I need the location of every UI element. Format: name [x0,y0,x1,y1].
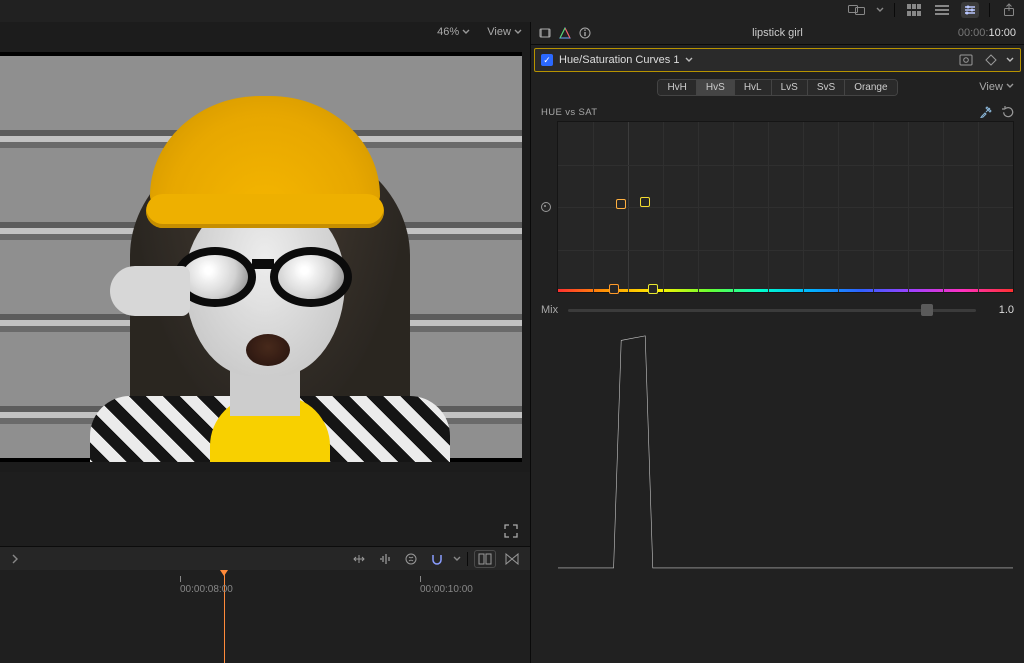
curve-graph[interactable] [557,121,1014,293]
separator [989,3,990,17]
viewer-view-menu[interactable]: View [479,22,530,42]
hue-spectrum [558,289,1013,292]
timeline[interactable]: 00:00:08:00 00:00:10:00 [0,570,530,663]
chevron-down-icon[interactable] [453,555,461,563]
zoom-value: 46% [437,26,459,38]
effects-browser-icon[interactable] [474,550,496,568]
viewer-view-label: View [487,26,511,38]
mix-label: Mix [541,304,558,316]
chevron-down-icon [462,28,470,36]
tab-svs[interactable]: SvS [808,80,845,95]
tab-hvl[interactable]: HvL [735,80,772,95]
app-top-strip [0,0,1024,23]
curve-control-point[interactable] [648,284,658,294]
inspector-header: lipstick girl 00:00:10:00 [531,22,1024,45]
viewer-toolbar: 46% View [0,22,530,44]
video-inspector-icon[interactable] [539,27,551,39]
curve-block: HUE vs SAT Mix 1.0 [541,103,1014,323]
tab-lvs[interactable]: LvS [772,80,808,95]
chevron-down-icon [514,28,522,36]
effect-name: Hue/Saturation Curves 1 [559,54,679,66]
separator [894,3,895,17]
separator [467,552,468,566]
sliders-panel-icon[interactable] [961,2,979,18]
viewer-pane: 46% View [0,22,530,663]
curve-tabs: HvHHvSHvLLvSSvSOrange View [531,75,1024,99]
mask-icon[interactable] [956,54,976,66]
chevron-down-icon [1006,82,1014,90]
effect-enabled-checkbox[interactable]: ✓ [541,54,553,66]
viewer-lower: 00:00:08:00 00:00:10:00 [0,472,530,663]
solo-icon[interactable] [401,551,421,567]
inspector-pane: lipstick girl 00:00:10:00 ✓ Hue/Saturati… [530,22,1024,663]
share-icon[interactable] [1000,2,1018,18]
chevron-down-icon[interactable] [685,56,693,64]
fullscreen-icon[interactable] [504,524,518,538]
grid-view-icon[interactable] [905,2,923,18]
chevron-down-icon[interactable] [876,6,884,14]
tab-hvs[interactable]: HvS [697,80,735,95]
snapping-icon[interactable] [427,551,447,567]
keyframe-icon[interactable] [982,54,1000,66]
timeline-tick: 00:00:08:00 [180,576,233,595]
chevron-down-icon[interactable] [1006,56,1014,64]
mix-slider-thumb[interactable] [921,304,933,316]
clip-title: lipstick girl [531,27,1024,39]
inspector-view-menu[interactable]: View [979,81,1014,93]
skimming-icon[interactable] [349,551,369,567]
tab-hvh[interactable]: HvH [658,80,696,95]
curve-path [558,122,1013,577]
curve-control-point[interactable] [616,199,626,209]
dual-display-icon[interactable] [848,2,866,18]
tab-orange[interactable]: Orange [845,80,896,95]
axis-indicator-icon[interactable] [541,202,551,212]
curve-type-segmented: HvHHvSHvLLvSSvSOrange [657,79,897,96]
color-inspector-icon[interactable] [559,27,571,39]
zoom-menu[interactable]: 46% [431,22,476,42]
preview-image [0,56,522,458]
viewer-canvas[interactable] [0,52,522,462]
timeline-toolbar [0,546,530,572]
curve-control-point[interactable] [609,284,619,294]
mix-slider[interactable] [568,309,976,312]
effect-row[interactable]: ✓ Hue/Saturation Curves 1 [534,48,1021,72]
transitions-browser-icon[interactable] [502,551,522,567]
reset-icon[interactable] [1002,106,1014,118]
timeline-tick: 00:00:10:00 [420,576,473,595]
curve-control-point[interactable] [640,197,650,207]
list-view-icon[interactable] [933,2,951,18]
audio-skimming-icon[interactable] [375,551,395,567]
info-inspector-icon[interactable] [579,27,591,39]
chevron-right-icon[interactable] [10,554,20,564]
clip-timecode: 00:00:10:00 [958,27,1016,39]
eyedropper-icon[interactable] [980,106,992,118]
curve-title: HUE vs SAT [541,107,597,118]
